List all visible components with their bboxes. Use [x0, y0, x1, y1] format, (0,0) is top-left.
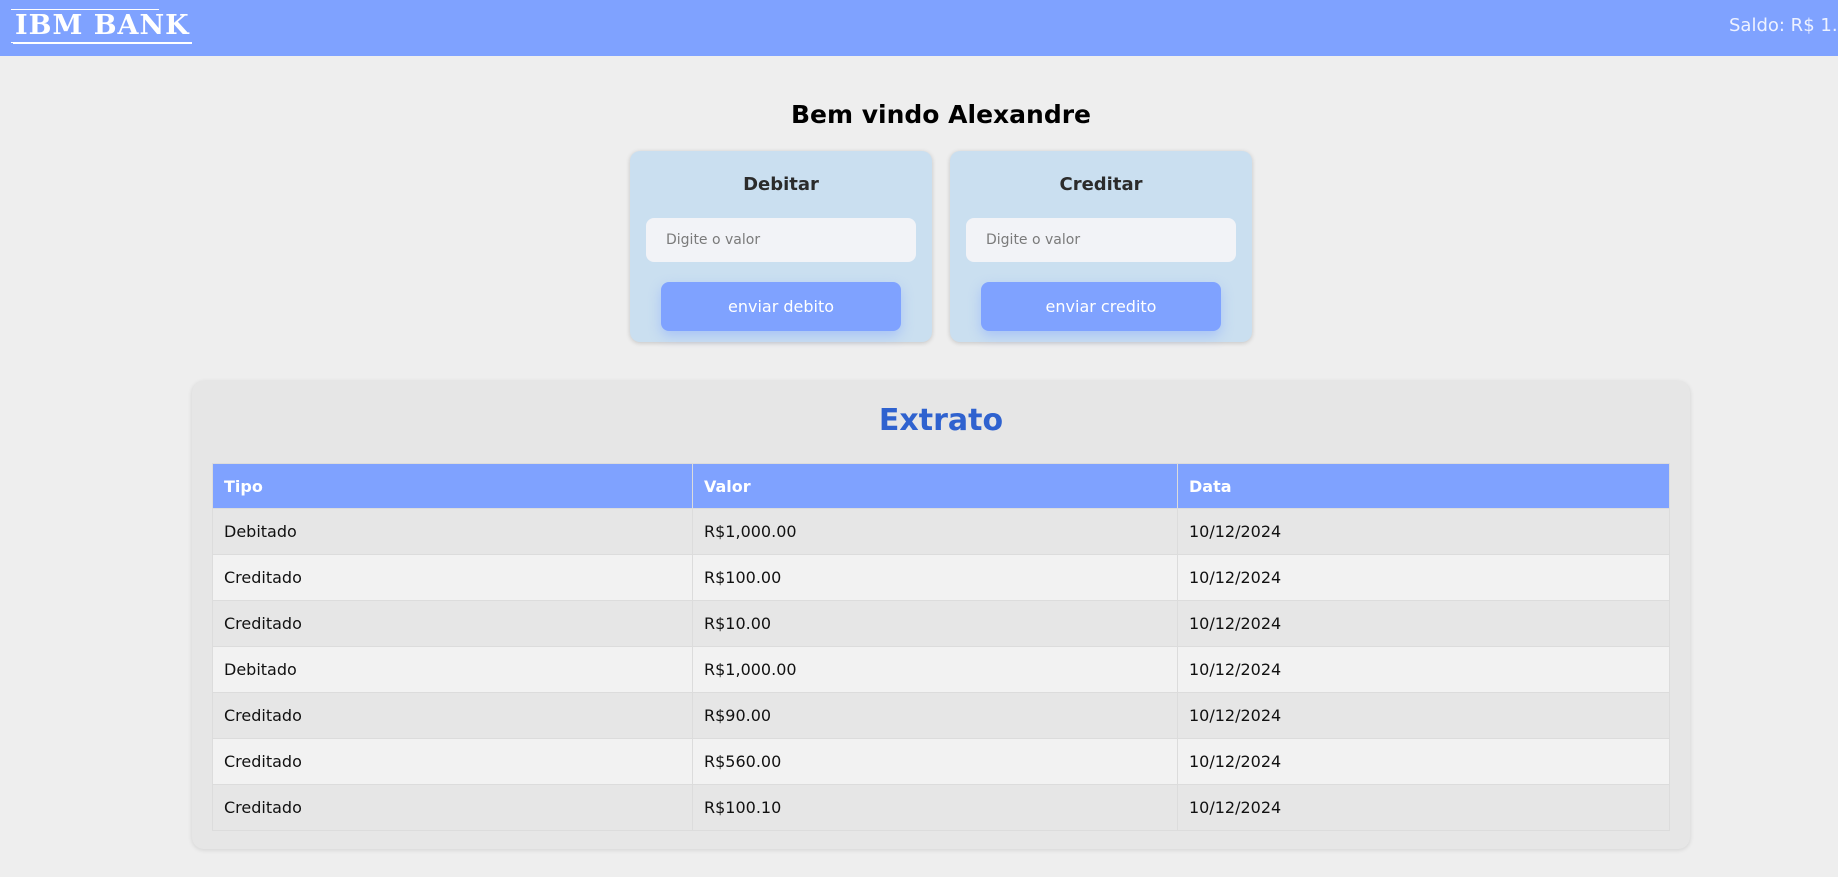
cell-tipo: Creditado	[212, 692, 693, 739]
cell-tipo: Creditado	[212, 554, 693, 601]
statement-title: Extrato	[878, 403, 1004, 438]
cell-data: 10/12/2024	[1177, 554, 1670, 601]
credit-amount-input[interactable]	[966, 218, 1236, 262]
cell-tipo: Debitado	[212, 508, 693, 555]
table-row: Creditado R$100.00 10/12/2024	[212, 554, 1670, 601]
table-row: Creditado R$100.10 10/12/2024	[212, 784, 1670, 831]
cell-data: 10/12/2024	[1177, 508, 1670, 555]
table-row: Creditado R$10.00 10/12/2024	[212, 600, 1670, 647]
cell-data: 10/12/2024	[1177, 600, 1670, 647]
credit-card-title: Creditar	[1059, 174, 1143, 195]
send-credit-button[interactable]: enviar credito	[981, 282, 1221, 331]
welcome-heading: Bem vindo Alexandre	[790, 100, 1092, 129]
bank-logo[interactable]: IBM BANK	[13, 10, 192, 44]
cell-data: 10/12/2024	[1177, 646, 1670, 693]
cell-valor: R$90.00	[692, 692, 1178, 739]
credit-card: Creditar enviar credito	[950, 151, 1252, 342]
cell-valor: R$10.00	[692, 600, 1178, 647]
cell-valor: R$1,000.00	[692, 646, 1178, 693]
cell-tipo: Creditado	[212, 600, 693, 647]
debit-card: Debitar enviar debito	[630, 151, 932, 342]
table-row: Debitado R$1,000.00 10/12/2024	[212, 508, 1670, 555]
cell-data: 10/12/2024	[1177, 738, 1670, 785]
cell-data: 10/12/2024	[1177, 784, 1670, 831]
cell-tipo: Creditado	[212, 738, 693, 785]
cell-valor: R$100.00	[692, 554, 1178, 601]
column-header-tipo: Tipo	[212, 463, 693, 509]
statement-panel: Extrato Tipo Valor Data Debitado R$1,000…	[192, 381, 1690, 849]
send-debit-button[interactable]: enviar debito	[661, 282, 901, 331]
column-header-valor: Valor	[692, 463, 1178, 509]
column-header-data: Data	[1177, 463, 1670, 509]
balance-display: Saldo: R$ 1.80	[1729, 15, 1838, 36]
cell-valor: R$1,000.00	[692, 508, 1178, 555]
table-row: Debitado R$1,000.00 10/12/2024	[212, 646, 1670, 693]
cell-valor: R$560.00	[692, 738, 1178, 785]
table-row: Creditado R$560.00 10/12/2024	[212, 738, 1670, 785]
debit-amount-input[interactable]	[646, 218, 916, 262]
cell-valor: R$100.10	[692, 784, 1178, 831]
debit-card-title: Debitar	[743, 174, 819, 195]
cell-tipo: Creditado	[212, 784, 693, 831]
table-header-row: Tipo Valor Data	[212, 463, 1670, 509]
statement-table: Tipo Valor Data Debitado R$1,000.00 10/1…	[212, 463, 1670, 831]
table-row: Creditado R$90.00 10/12/2024	[212, 692, 1670, 739]
cell-tipo: Debitado	[212, 646, 693, 693]
top-navbar: IBM BANK Saldo: R$ 1.80	[0, 0, 1838, 56]
cell-data: 10/12/2024	[1177, 692, 1670, 739]
